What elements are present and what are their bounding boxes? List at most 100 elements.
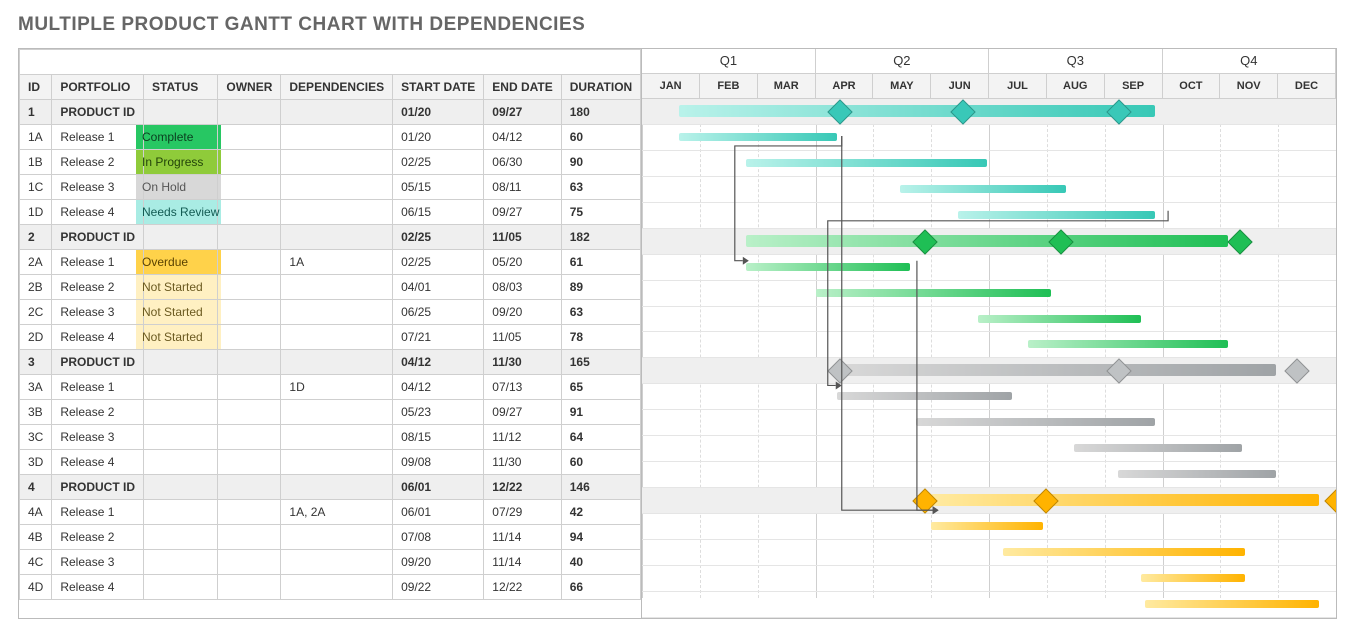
- cell: 3D: [20, 450, 52, 475]
- cell: 146: [561, 475, 640, 500]
- cell: 11/30: [484, 450, 561, 475]
- table-row: 3ARelease 11D04/1207/1365: [20, 375, 641, 400]
- cell: [144, 525, 218, 550]
- cell: 2B: [20, 275, 52, 300]
- col-header: DEPENDENCIES: [281, 75, 393, 100]
- status-badge: On Hold: [136, 175, 221, 199]
- cell: Release 4: [52, 200, 144, 225]
- cell: 2D: [20, 325, 52, 350]
- cell: 11/12: [484, 425, 561, 450]
- gantt-bar[interactable]: [679, 105, 1155, 117]
- gantt-bar[interactable]: [900, 185, 1066, 193]
- cell: 06/30: [484, 150, 561, 175]
- cell: 06/15: [393, 200, 484, 225]
- cell: 02/25: [393, 150, 484, 175]
- cell: 1C: [20, 175, 52, 200]
- cell: 1D: [281, 375, 393, 400]
- cell: [281, 450, 393, 475]
- cell: 01/20: [393, 100, 484, 125]
- cell: [144, 550, 218, 575]
- milestone-icon: [912, 488, 937, 513]
- cell: 3A: [20, 375, 52, 400]
- gantt-bar[interactable]: [1003, 548, 1246, 556]
- cell: 1A: [281, 250, 393, 275]
- gantt-bar[interactable]: [916, 418, 1155, 426]
- cell: 89: [561, 275, 640, 300]
- cell: [144, 500, 218, 525]
- cell: 60: [561, 125, 640, 150]
- cell: 04/12: [484, 125, 561, 150]
- cell: [218, 175, 281, 200]
- cell: 11/30: [484, 350, 561, 375]
- cell: [218, 150, 281, 175]
- gantt-bar[interactable]: [816, 289, 1051, 297]
- milestone-icon: [1324, 488, 1336, 513]
- gantt-bar[interactable]: [837, 364, 1276, 376]
- status-badge: Not Started: [136, 325, 221, 349]
- cell: 08/15: [393, 425, 484, 450]
- cell: 09/27: [484, 100, 561, 125]
- cell: [281, 400, 393, 425]
- milestone-icon: [827, 359, 852, 384]
- gantt-bar[interactable]: [931, 494, 1318, 506]
- gantt-bar[interactable]: [931, 522, 1043, 530]
- gantt-container: IDPORTFOLIOSTATUSOWNERDEPENDENCIESSTART …: [18, 48, 1337, 619]
- cell: 09/20: [484, 300, 561, 325]
- cell: 182: [561, 225, 640, 250]
- cell: [281, 175, 393, 200]
- gantt-bar[interactable]: [679, 133, 837, 141]
- cell: [218, 325, 281, 350]
- gantt-bar[interactable]: [1145, 600, 1318, 608]
- timeline-row: [642, 151, 1336, 177]
- cell: Needs Review: [144, 200, 218, 225]
- gantt-bar[interactable]: [958, 211, 1155, 219]
- gantt-bar[interactable]: [1118, 470, 1276, 478]
- gantt-bar[interactable]: [978, 315, 1142, 323]
- gantt-bar[interactable]: [1074, 444, 1242, 452]
- cell: Not Started: [144, 275, 218, 300]
- timeline-row: [642, 332, 1336, 358]
- cell: [144, 100, 218, 125]
- cell: Release 2: [52, 525, 144, 550]
- cell: Release 2: [52, 400, 144, 425]
- cell: Release 4: [52, 325, 144, 350]
- cell: [281, 575, 393, 600]
- cell: [281, 100, 393, 125]
- cell: [144, 450, 218, 475]
- timeline-row: [642, 177, 1336, 203]
- status-badge: Complete: [136, 125, 221, 149]
- table-row: 4DRelease 409/2212/2266: [20, 575, 641, 600]
- cell: [281, 275, 393, 300]
- gantt-bar[interactable]: [1141, 574, 1245, 582]
- timeline-row: [642, 540, 1336, 566]
- month-header: OCT: [1163, 74, 1221, 98]
- cell: [281, 300, 393, 325]
- gantt-bar[interactable]: [837, 392, 1012, 400]
- cell: 07/21: [393, 325, 484, 350]
- cell: 90: [561, 150, 640, 175]
- timeline-row: [642, 384, 1336, 410]
- cell: PRODUCT ID: [52, 100, 144, 125]
- status-badge: Needs Review: [136, 200, 221, 224]
- table-row: 1BRelease 2In Progress02/2506/3090: [20, 150, 641, 175]
- cell: On Hold: [144, 175, 218, 200]
- cell: PRODUCT ID: [52, 475, 144, 500]
- col-header: START DATE: [393, 75, 484, 100]
- cell: 4B: [20, 525, 52, 550]
- cell: PRODUCT ID: [52, 225, 144, 250]
- cell: Release 1: [52, 250, 144, 275]
- cell: [144, 225, 218, 250]
- col-header: OWNER: [218, 75, 281, 100]
- gantt-bar[interactable]: [746, 159, 987, 167]
- cell: 02/25: [393, 250, 484, 275]
- milestone-icon: [1106, 99, 1131, 124]
- gantt-bar[interactable]: [746, 235, 1228, 247]
- cell: 04/01: [393, 275, 484, 300]
- gantt-bar[interactable]: [1028, 340, 1228, 348]
- cell: 2: [20, 225, 52, 250]
- cell: [144, 475, 218, 500]
- timeline-row: [642, 307, 1336, 333]
- gantt-bar[interactable]: [746, 263, 910, 271]
- table-row: 4CRelease 309/2011/1440: [20, 550, 641, 575]
- table-row: 3BRelease 205/2309/2791: [20, 400, 641, 425]
